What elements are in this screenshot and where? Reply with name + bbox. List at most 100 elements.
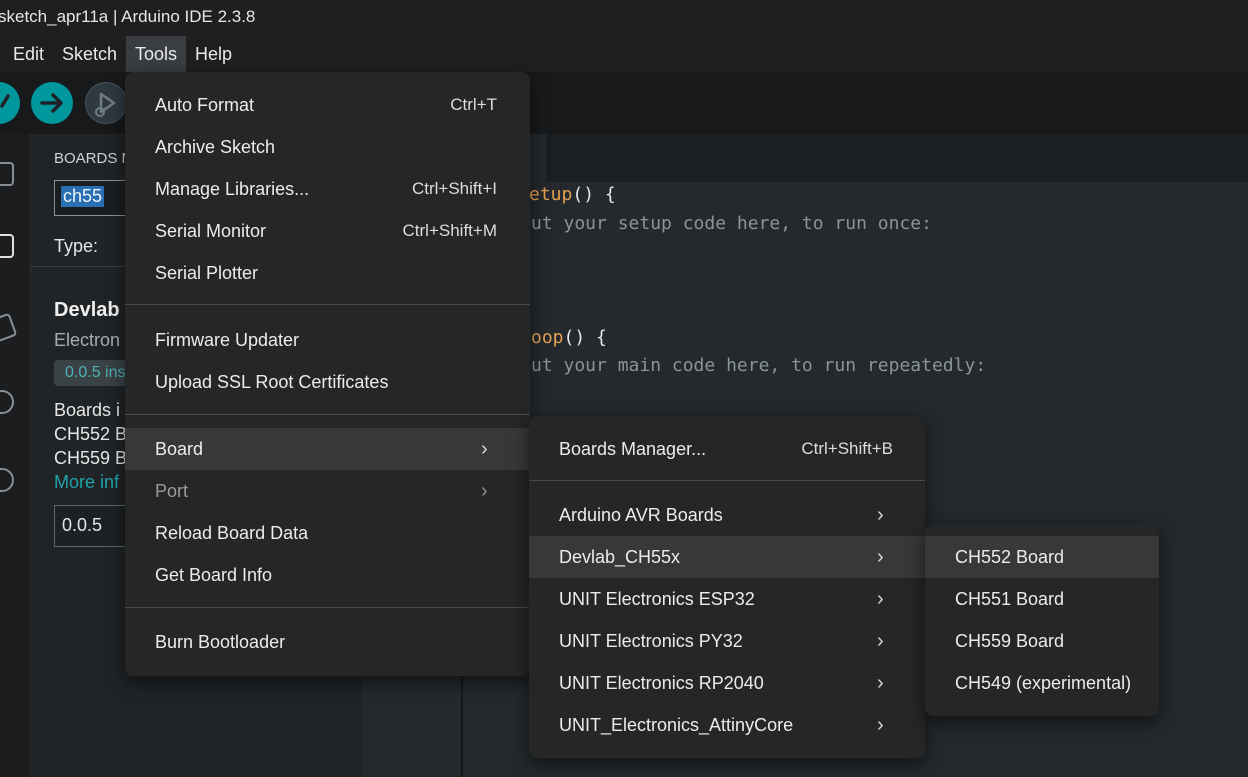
menu-item-manage-libraries[interactable]: Manage Libraries... Ctrl+Shift+I xyxy=(125,168,530,210)
debug-icon xyxy=(95,92,116,117)
menu-item-label: Get Board Info xyxy=(155,565,273,585)
upload-button[interactable] xyxy=(31,82,73,124)
verify-button[interactable] xyxy=(0,82,20,124)
panel-title: BOARDS M xyxy=(54,150,135,167)
menu-separator xyxy=(125,304,530,305)
chevron-right-icon: › xyxy=(877,588,884,610)
chevron-right-icon: › xyxy=(481,480,488,502)
menu-item-shortcut: Ctrl+Shift+M xyxy=(402,221,497,240)
devlab-submenu: CH552 Board CH551 Board CH559 Board CH54… xyxy=(925,524,1159,716)
chevron-right-icon: › xyxy=(877,546,884,568)
menu-item-label: Serial Plotter xyxy=(155,263,259,283)
menu-item-archive-sketch[interactable]: Archive Sketch xyxy=(125,126,530,168)
menu-item-label: Auto Format xyxy=(155,95,255,115)
menu-item-shortcut: Ctrl+Shift+B xyxy=(801,439,893,458)
menu-item-ch559-board[interactable]: CH559 Board xyxy=(925,620,1159,662)
code-line: etup() { xyxy=(529,184,616,205)
menu-item-unit-rp2040[interactable]: UNIT Electronics RP2040 › xyxy=(529,662,925,704)
menu-item-upload-ssl[interactable]: Upload SSL Root Certificates xyxy=(125,361,530,403)
menu-item-boards-manager[interactable]: Boards Manager... Ctrl+Shift+B xyxy=(529,428,925,470)
search-icon[interactable] xyxy=(0,468,14,492)
menu-item-label: Devlab_CH55x xyxy=(559,547,681,567)
code-comment: ut your setup code here, to run once: xyxy=(531,213,932,234)
menu-separator xyxy=(125,414,530,415)
menu-item-label: Upload SSL Root Certificates xyxy=(155,372,389,392)
menu-item-shortcut: Ctrl+Shift+I xyxy=(411,179,497,198)
debug-panel-icon[interactable] xyxy=(0,390,14,414)
menu-item-label: CH552 Board xyxy=(955,547,1065,567)
menu-item-label: Burn Bootloader xyxy=(155,632,286,652)
checkmark-icon xyxy=(0,94,10,108)
activity-bar xyxy=(0,134,30,777)
menu-item-unit-py32[interactable]: UNIT Electronics PY32 › xyxy=(529,620,925,662)
menu-item-label: Serial Monitor xyxy=(155,221,267,241)
board-entry: CH559 B xyxy=(54,448,128,468)
menu-item-unit-attinycore[interactable]: UNIT_Electronics_AttinyCore › xyxy=(529,704,925,746)
code-text: () { xyxy=(572,184,616,205)
menu-tools[interactable]: Tools xyxy=(126,36,186,72)
menu-item-label: UNIT_Electronics_AttinyCore xyxy=(559,715,794,735)
window-title: sketch_apr11a | Arduino IDE 2.3.8 xyxy=(0,7,256,26)
tools-menu: Auto Format Ctrl+T Archive Sketch Manage… xyxy=(125,72,530,676)
menu-help[interactable]: Help xyxy=(187,36,240,72)
code-keyword: oop xyxy=(531,327,564,348)
menu-item-label: Manage Libraries... xyxy=(155,179,310,199)
menu-item-reload-board-data[interactable]: Reload Board Data xyxy=(125,512,530,554)
menu-item-label: Port xyxy=(155,481,189,501)
menu-sketch[interactable]: Sketch xyxy=(54,36,125,72)
menu-edit[interactable]: Edit xyxy=(5,36,52,72)
menu-item-ch549-experimental[interactable]: CH549 (experimental) xyxy=(925,662,1159,704)
menu-item-label: CH559 Board xyxy=(955,631,1065,651)
title-bar: sketch_apr11a | Arduino IDE 2.3.8 xyxy=(0,0,1248,36)
menu-item-burn-bootloader[interactable]: Burn Bootloader xyxy=(125,621,530,663)
board-entry: CH552 B xyxy=(54,424,128,444)
arrow-right-icon xyxy=(40,93,63,113)
menu-item-devlab-ch55x[interactable]: Devlab_CH55x › xyxy=(529,536,925,578)
menu-item-auto-format[interactable]: Auto Format Ctrl+T xyxy=(125,84,530,126)
version-select-value: 0.0.5 xyxy=(62,515,103,535)
menu-item-label: Reload Board Data xyxy=(155,523,309,543)
menu-bar: Edit Sketch Tools Help xyxy=(0,36,1248,72)
menu-item-get-board-info[interactable]: Get Board Info xyxy=(125,554,530,596)
menu-item-label: Boards Manager... xyxy=(559,439,707,459)
boards-included-label: Boards i xyxy=(54,400,121,420)
menu-item-label: UNIT Electronics PY32 xyxy=(559,631,743,651)
menu-item-label: CH549 (experimental) xyxy=(955,673,1132,693)
boards-manager-icon[interactable] xyxy=(0,234,14,258)
menu-item-label: CH551 Board xyxy=(955,589,1065,609)
menu-separator xyxy=(125,607,530,608)
code-text: () { xyxy=(563,327,607,348)
menu-item-port: Port › xyxy=(125,470,530,512)
chevron-right-icon: › xyxy=(877,504,884,526)
menu-item-ch552-board[interactable]: CH552 Board xyxy=(925,536,1159,578)
installed-badge-text: 0.0.5 ins xyxy=(65,364,126,381)
menu-item-unit-esp32[interactable]: UNIT Electronics ESP32 › xyxy=(529,578,925,620)
search-input-value: ch55 xyxy=(61,186,105,207)
menu-item-serial-plotter[interactable]: Serial Plotter xyxy=(125,252,530,294)
package-author: Electron xyxy=(54,330,121,350)
debug-button[interactable] xyxy=(85,82,127,124)
type-filter-label: Type: xyxy=(54,236,99,256)
menu-item-shortcut: Ctrl+T xyxy=(450,95,497,114)
more-info-link[interactable]: More inf xyxy=(54,472,119,493)
menu-item-firmware-updater[interactable]: Firmware Updater xyxy=(125,319,530,361)
menu-item-label: UNIT Electronics RP2040 xyxy=(559,673,764,693)
menu-separator xyxy=(529,480,925,481)
chevron-right-icon: › xyxy=(877,672,884,694)
menu-item-label: Arduino AVR Boards xyxy=(559,505,723,525)
menu-item-serial-monitor[interactable]: Serial Monitor Ctrl+Shift+M xyxy=(125,210,530,252)
sketchbook-icon[interactable] xyxy=(0,162,14,186)
code-line: oop() { xyxy=(531,327,607,348)
menu-item-board[interactable]: Board › xyxy=(125,428,530,470)
package-name: Devlab xyxy=(54,299,120,321)
code-keyword: etup xyxy=(529,184,573,205)
chevron-right-icon: › xyxy=(877,630,884,652)
library-manager-icon[interactable] xyxy=(0,312,18,344)
menu-item-ch551-board[interactable]: CH551 Board xyxy=(925,578,1159,620)
menu-item-label: UNIT Electronics ESP32 xyxy=(559,589,755,609)
menu-item-label: Firmware Updater xyxy=(155,330,300,350)
menu-item-arduino-avr-boards[interactable]: Arduino AVR Boards › xyxy=(529,494,925,536)
menu-item-label: Archive Sketch xyxy=(155,137,276,157)
chevron-right-icon: › xyxy=(877,714,884,736)
chevron-right-icon: › xyxy=(481,438,488,460)
